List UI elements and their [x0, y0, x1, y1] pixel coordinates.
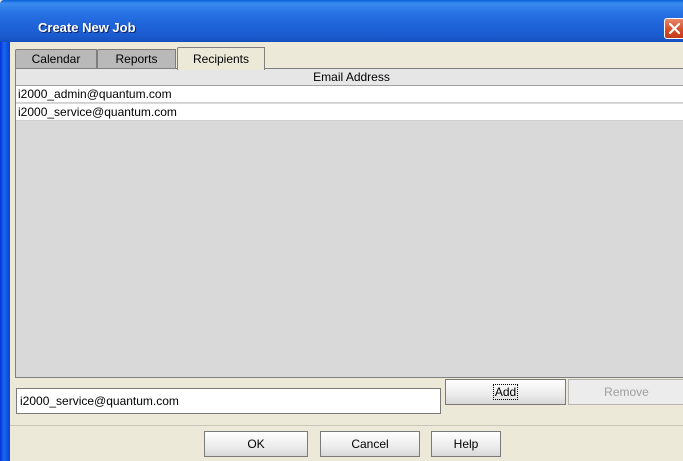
tab-calendar[interactable]: Calendar: [15, 49, 97, 69]
recipients-table: Email Address i2000_admin@quantum.com i2…: [15, 68, 683, 378]
remove-button[interactable]: Remove: [568, 379, 683, 405]
close-button[interactable]: [664, 18, 683, 39]
table-row[interactable]: i2000_service@quantum.com: [16, 104, 683, 121]
window-frame-left: [0, 42, 10, 461]
column-header-email[interactable]: Email Address: [16, 69, 683, 86]
title-bar[interactable]: Create New Job: [0, 0, 683, 42]
create-new-job-window: Create New Job Calendar Reports Recipien…: [0, 0, 683, 461]
window-title: Create New Job: [38, 20, 136, 35]
cancel-button[interactable]: Cancel: [320, 431, 420, 457]
help-button[interactable]: Help: [431, 431, 501, 457]
recipient-entry-row: Add Remove: [15, 379, 683, 421]
tab-recipients[interactable]: Recipients: [177, 47, 265, 70]
tab-reports[interactable]: Reports: [97, 49, 176, 69]
email-input[interactable]: [16, 388, 441, 414]
dialog-button-row: OK Cancel Help: [10, 425, 683, 461]
dialog-body: Calendar Reports Recipients Email Addres…: [10, 42, 683, 461]
add-button-label: Add: [492, 384, 519, 400]
add-button[interactable]: Add: [445, 379, 566, 405]
close-icon: [668, 22, 681, 35]
table-row[interactable]: i2000_admin@quantum.com: [16, 86, 683, 103]
ok-button[interactable]: OK: [204, 431, 308, 457]
